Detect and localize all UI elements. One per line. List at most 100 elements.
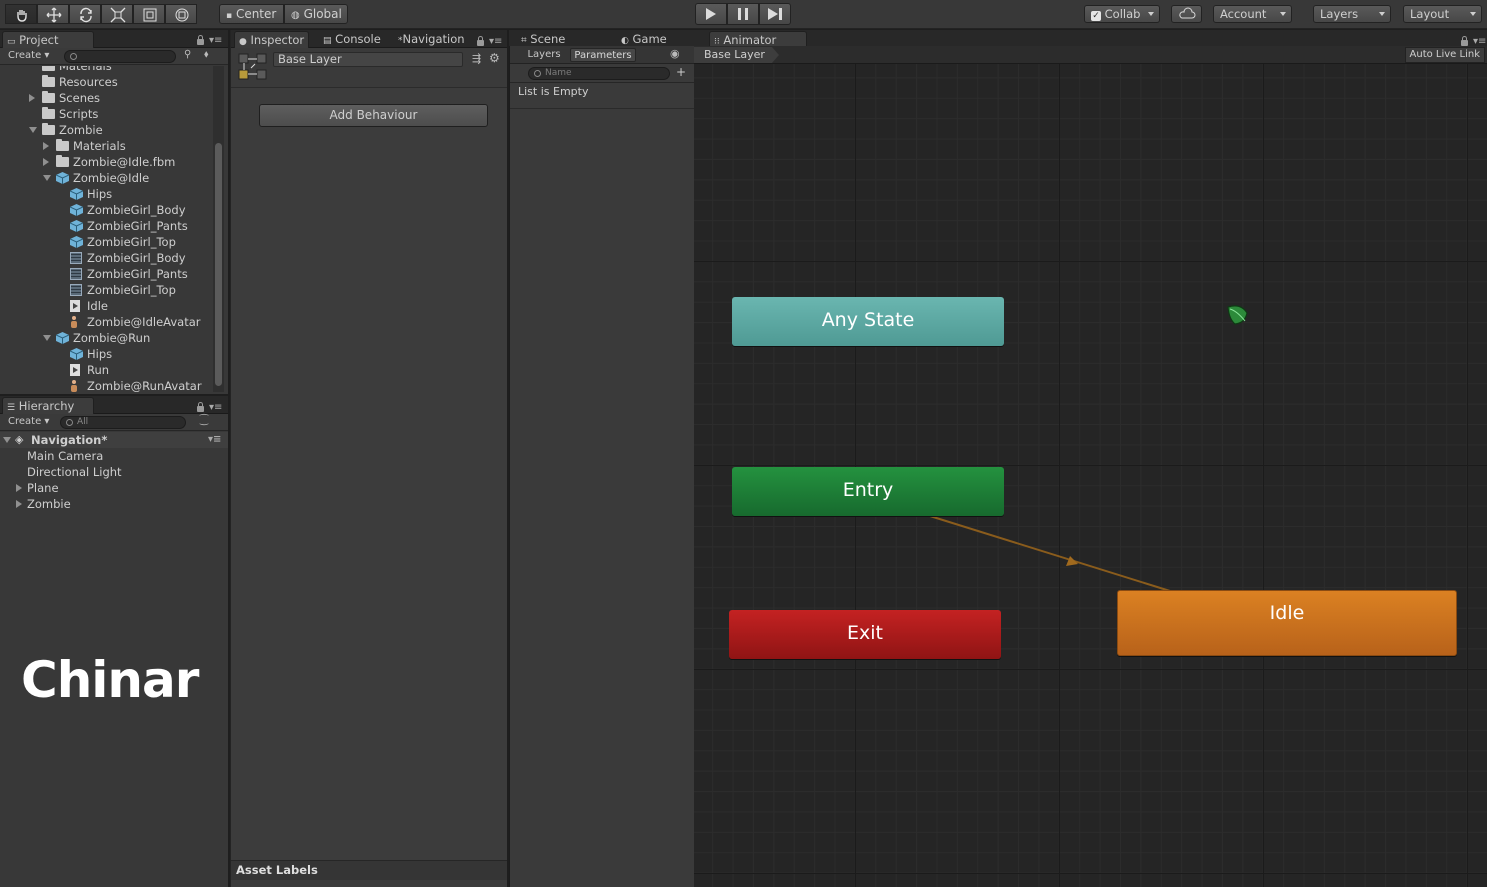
hierarchy-item[interactable]: Zombie bbox=[0, 496, 228, 512]
lock-icon[interactable] bbox=[197, 402, 204, 412]
lock-icon[interactable] bbox=[477, 36, 484, 46]
project-item[interactable]: Scenes bbox=[0, 90, 212, 106]
project-item[interactable]: Hips bbox=[0, 346, 212, 362]
project-item[interactable]: Zombie@RunAvatar bbox=[0, 378, 212, 392]
cloud-button[interactable] bbox=[1171, 5, 1202, 23]
state-idle[interactable]: Idle bbox=[1117, 590, 1457, 656]
project-item[interactable]: Zombie@Run bbox=[0, 330, 212, 346]
add-parameter-icon[interactable]: + bbox=[676, 65, 686, 79]
layer-name-field[interactable]: Base Layer bbox=[273, 52, 463, 67]
layers-dropdown[interactable]: Layers bbox=[1313, 5, 1391, 23]
collab-dropdown[interactable]: ✓ Collab bbox=[1084, 5, 1160, 23]
hierarchy-search-input[interactable]: All bbox=[60, 416, 186, 429]
layout-dropdown[interactable]: Layout bbox=[1403, 5, 1482, 23]
collapse-arrow-icon[interactable] bbox=[43, 175, 51, 181]
lock-icon[interactable] bbox=[197, 35, 204, 45]
tag-icon[interactable]: ⬧ bbox=[204, 49, 209, 60]
pivot-global-toggle[interactable]: ◍ Global bbox=[284, 4, 348, 24]
gear-icon[interactable]: ⚙ bbox=[489, 51, 500, 65]
filter-icon[interactable]: ⁐ bbox=[200, 415, 208, 426]
rotate-tool-button[interactable] bbox=[69, 4, 101, 24]
project-item-label: Zombie@Run bbox=[73, 331, 151, 345]
eye-icon[interactable]: ◉ bbox=[670, 47, 680, 60]
step-button[interactable] bbox=[759, 3, 791, 25]
animator-graph-canvas[interactable]: Any State Entry Exit Idle bbox=[694, 64, 1487, 887]
project-item[interactable]: Zombie@IdleAvatar bbox=[0, 314, 212, 330]
collapse-arrow-icon[interactable] bbox=[29, 127, 37, 133]
tab-inspector[interactable]: ● Inspector bbox=[234, 31, 309, 48]
project-scrollbar-thumb[interactable] bbox=[215, 143, 222, 386]
model-cube-icon bbox=[69, 188, 84, 200]
collapse-arrow-icon[interactable] bbox=[43, 335, 51, 341]
project-item[interactable]: ZombieGirl_Pants bbox=[0, 218, 212, 234]
tab-hierarchy[interactable]: ☰ Hierarchy bbox=[2, 397, 94, 414]
pause-button[interactable] bbox=[727, 3, 759, 25]
hand-tool-button[interactable] bbox=[5, 4, 37, 24]
project-item[interactable]: Materials bbox=[0, 138, 212, 154]
auto-live-link-toggle[interactable]: Auto Live Link bbox=[1404, 47, 1485, 63]
tab-navigation[interactable]: *Navigation bbox=[394, 31, 465, 48]
expand-arrow-icon[interactable] bbox=[3, 437, 11, 443]
project-item[interactable]: ZombieGirl_Body bbox=[0, 202, 212, 218]
rect-tool-button[interactable] bbox=[133, 4, 165, 24]
add-behaviour-button[interactable]: Add Behaviour bbox=[259, 104, 488, 127]
tab-layers[interactable]: Layers bbox=[518, 48, 570, 62]
account-dropdown[interactable]: Account bbox=[1213, 5, 1292, 23]
project-item[interactable]: Hips bbox=[0, 186, 212, 202]
project-item[interactable]: Run bbox=[0, 362, 212, 378]
project-item-label: Hips bbox=[87, 187, 113, 201]
panel-menu-icon[interactable]: ▾≡ bbox=[489, 37, 502, 47]
expand-arrow-icon[interactable] bbox=[16, 484, 22, 492]
tab-project[interactable]: ▭ Project bbox=[2, 31, 94, 48]
scene-menu-icon[interactable]: ▾≡ bbox=[208, 432, 221, 448]
scale-tool-button[interactable] bbox=[101, 4, 133, 24]
expand-arrow-icon[interactable] bbox=[29, 94, 35, 102]
hierarchy-item[interactable]: Main Camera bbox=[0, 448, 228, 464]
tab-console[interactable]: ▤ Console bbox=[319, 31, 381, 48]
project-item[interactable]: Zombie bbox=[0, 122, 212, 138]
project-item[interactable]: ZombieGirl_Pants bbox=[0, 266, 212, 282]
panel-menu-icon[interactable]: ▾≡ bbox=[209, 36, 222, 46]
project-item[interactable]: ZombieGirl_Top bbox=[0, 234, 212, 250]
panel-menu-icon[interactable]: ▾≡ bbox=[209, 403, 222, 413]
layout-icon[interactable]: ⇶ bbox=[472, 52, 481, 65]
play-icon bbox=[706, 8, 716, 20]
project-item[interactable]: Idle bbox=[0, 298, 212, 314]
move-tool-button[interactable] bbox=[37, 4, 69, 24]
transition-entry-idle[interactable] bbox=[929, 515, 1171, 592]
transform-tool-button[interactable] bbox=[165, 4, 197, 24]
hierarchy-item[interactable]: Directional Light bbox=[0, 464, 228, 480]
project-item-label: Zombie@Idle.fbm bbox=[73, 155, 176, 169]
project-create-dropdown[interactable]: Create ▾ bbox=[4, 49, 49, 63]
project-item[interactable]: Zombie@Idle.fbm bbox=[0, 154, 212, 170]
project-item[interactable]: Materials bbox=[0, 66, 212, 74]
project-search-input[interactable] bbox=[64, 50, 176, 63]
project-item[interactable]: Zombie@Idle bbox=[0, 170, 212, 186]
pivot-center-toggle[interactable]: ▪ Center bbox=[219, 4, 284, 24]
state-exit[interactable]: Exit bbox=[729, 610, 1001, 659]
search-placeholder: Name bbox=[545, 68, 572, 78]
panel-menu-icon[interactable]: ▾≡ bbox=[1473, 37, 1486, 47]
project-item[interactable]: ZombieGirl_Body bbox=[0, 250, 212, 266]
breadcrumb-base-layer[interactable]: Base Layer bbox=[694, 47, 779, 63]
scene-row[interactable]: ◈ Navigation* ▾≡ bbox=[0, 432, 228, 448]
play-button[interactable] bbox=[695, 3, 727, 25]
folder-icon bbox=[42, 91, 55, 103]
project-item[interactable]: ZombieGirl_Top bbox=[0, 282, 212, 298]
tab-parameters[interactable]: Parameters bbox=[570, 48, 636, 62]
expand-arrow-icon[interactable] bbox=[43, 142, 49, 150]
parameters-search-input[interactable]: Name bbox=[528, 67, 670, 80]
hierarchy-item[interactable]: Plane bbox=[0, 480, 228, 496]
hierarchy-item-label: Plane bbox=[27, 481, 59, 495]
filter-type-icon[interactable]: ⚲ bbox=[184, 49, 191, 60]
state-entry[interactable]: Entry bbox=[732, 467, 1004, 516]
hierarchy-create-dropdown[interactable]: Create ▾ bbox=[4, 415, 49, 429]
expand-arrow-icon[interactable] bbox=[16, 500, 22, 508]
state-any-state[interactable]: Any State bbox=[732, 297, 1004, 346]
project-item[interactable]: Resources bbox=[0, 74, 212, 90]
asset-labels-header[interactable]: Asset Labels bbox=[231, 860, 507, 880]
project-item[interactable]: Scripts bbox=[0, 106, 212, 122]
search-placeholder: All bbox=[77, 417, 89, 427]
tab-scene-label: Scene bbox=[530, 32, 566, 46]
expand-arrow-icon[interactable] bbox=[43, 158, 49, 166]
